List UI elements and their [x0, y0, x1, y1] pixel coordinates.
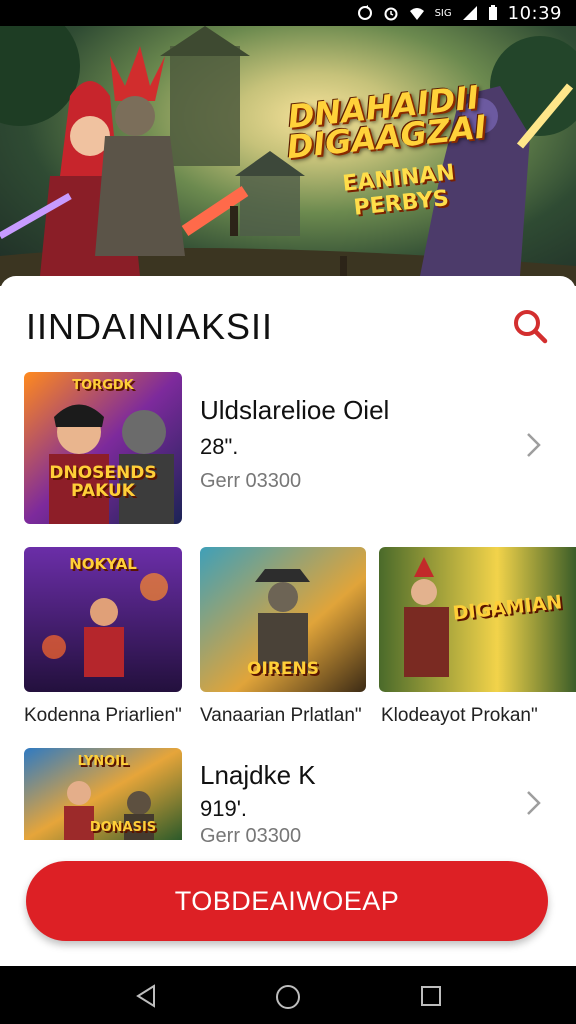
section-title: IINDAINIAKSII	[26, 306, 274, 347]
thumbnail-label: DONASIS	[89, 820, 157, 835]
recents-icon[interactable]	[420, 985, 442, 1007]
grid-thumbnail-label: OIRENS	[247, 659, 319, 679]
chevron-right-icon[interactable]	[524, 431, 544, 459]
game-thumbnail: TORGDK DNOSENDS PAKUK	[24, 372, 182, 524]
battery-icon	[488, 5, 497, 20]
grid-thumbnail-label: NOKYAL	[69, 555, 137, 573]
chevron-right-icon[interactable]	[524, 789, 544, 817]
primary-action-button[interactable]: TOBDEAIWOEAP	[26, 861, 548, 941]
alarm-icon	[384, 7, 398, 21]
thumbnail-top-label: TORGDK	[72, 378, 134, 393]
item-price: 919'.	[200, 796, 248, 821]
signal-icon	[462, 6, 477, 20]
thumbnail-top-label: LYNOIL	[77, 754, 129, 769]
status-time: 10:39	[507, 2, 562, 24]
item-meta: Gerr 03300	[200, 470, 302, 492]
grid-item-3-label: Klodeayot Prokan"	[381, 705, 538, 726]
hero-banner[interactable]: DNAHAIDII DIGAAGZAI EANINAN PERBYS	[0, 26, 576, 286]
grid-item-1-thumbnail[interactable]: NOKYAL	[24, 547, 182, 692]
sync-icon	[357, 5, 372, 20]
grid-item-3-thumbnail[interactable]: DIGAMIAN	[379, 547, 576, 692]
item-meta: Gerr 03300	[200, 825, 302, 843]
back-icon[interactable]	[134, 984, 158, 1008]
wifi-icon	[409, 8, 424, 20]
item-title: Lnajdke K	[200, 760, 316, 790]
system-nav-bar	[0, 966, 576, 1024]
item-price: 28".	[200, 434, 239, 459]
game-thumbnail: LYNOIL DONASIS	[24, 748, 182, 840]
thumbnail-label: DNOSENDS PAKUK	[49, 463, 157, 501]
home-icon[interactable]	[275, 984, 301, 1010]
grid-item-2-label: Vanaarian Prlatlan"	[200, 705, 362, 726]
status-bar: SIG 10:39	[0, 0, 576, 26]
grid-item-2-thumbnail[interactable]: OIRENS	[200, 547, 366, 692]
network-label: SIG	[434, 7, 452, 19]
search-icon[interactable]	[510, 306, 550, 346]
item-title: Uldslarelioe Oiel	[200, 395, 390, 425]
grid-item-1-label: Kodenna Priarlien"	[24, 705, 182, 726]
